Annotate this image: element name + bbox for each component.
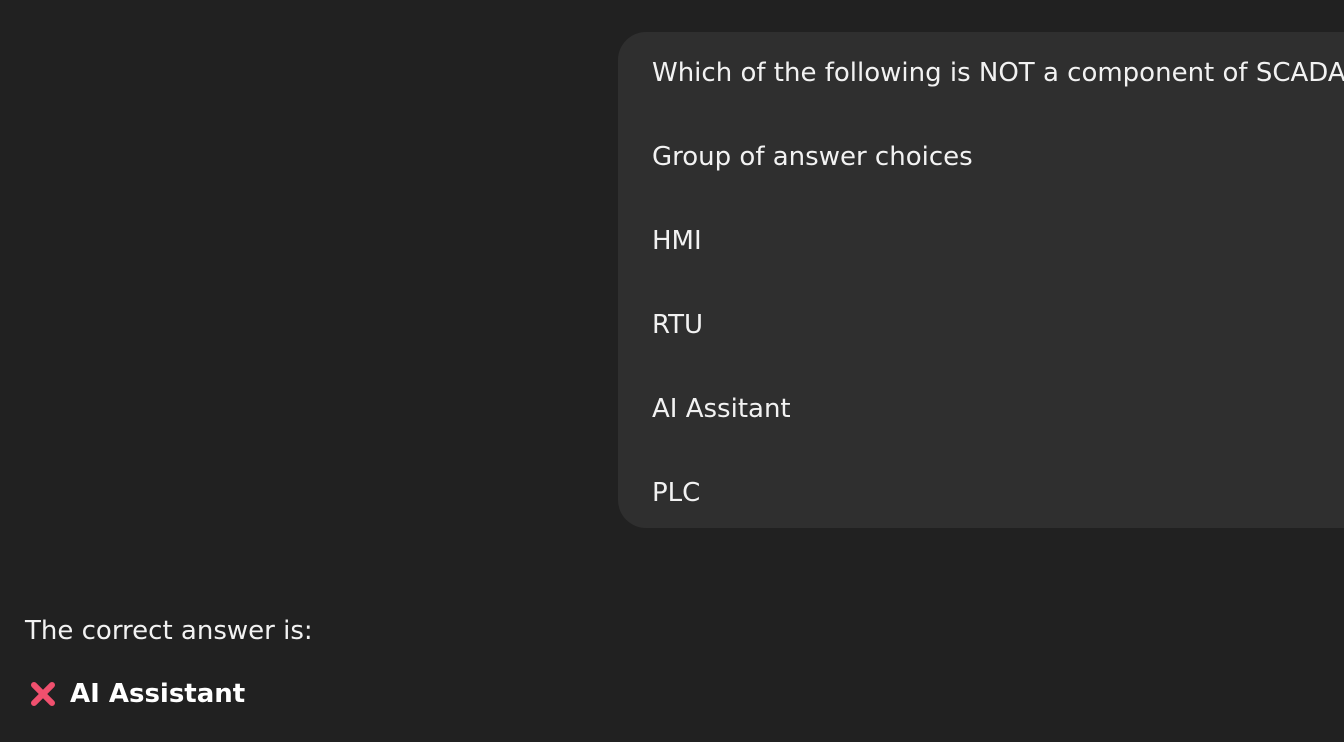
choice-rtu: RTU — [652, 310, 704, 340]
user-message-bubble: Which of the following is NOT a componen… — [618, 32, 1344, 528]
assistant-intro-text: The correct answer is: — [25, 616, 313, 646]
assistant-answer: AI Assistant — [28, 678, 245, 710]
choice-ai-assitant: AI Assitant — [652, 394, 791, 424]
chat-conversation: Which of the following is NOT a componen… — [0, 0, 1344, 742]
question-text: Which of the following is NOT a componen… — [652, 58, 1344, 88]
answer-text: AI Assistant — [70, 679, 246, 709]
cross-mark-icon — [31, 682, 55, 706]
choice-hmi: HMI — [652, 226, 702, 256]
group-label: Group of answer choices — [652, 142, 973, 172]
choice-plc: PLC — [652, 478, 701, 508]
